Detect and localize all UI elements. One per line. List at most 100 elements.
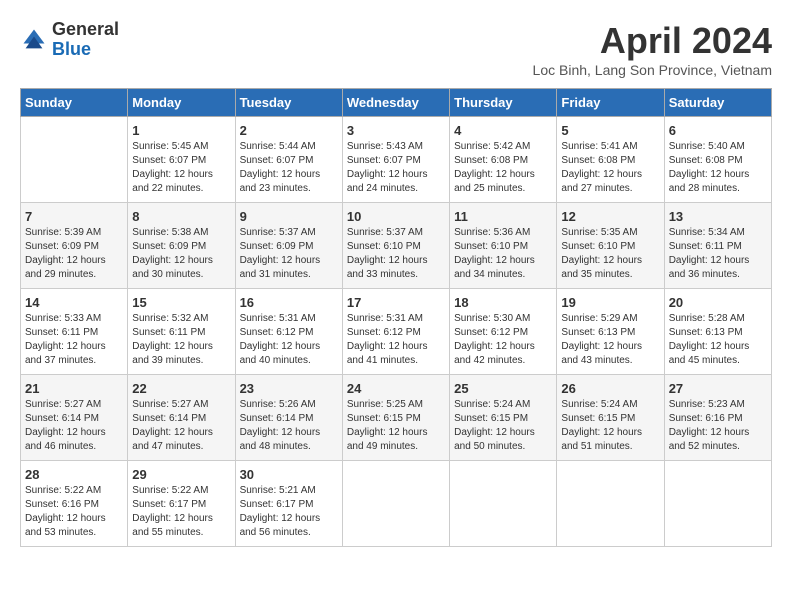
day-info: Sunrise: 5:31 AMSunset: 6:12 PMDaylight:… xyxy=(240,312,338,368)
calendar-header: SundayMondayTuesdayWednesdayThursdayFrid… xyxy=(21,89,772,117)
day-info: Sunrise: 5:21 AMSunset: 6:17 PMDaylight:… xyxy=(240,484,338,540)
day-number: 26 xyxy=(561,381,659,396)
day-info: Sunrise: 5:24 AMSunset: 6:15 PMDaylight:… xyxy=(454,398,552,454)
day-number: 20 xyxy=(669,295,767,310)
day-number: 13 xyxy=(669,209,767,224)
weekday-header-friday: Friday xyxy=(557,89,664,117)
day-cell: 2Sunrise: 5:44 AMSunset: 6:07 PMDaylight… xyxy=(235,117,342,203)
day-cell: 7 Sunrise: 5:39 AMSunset: 6:09 PMDaylight… xyxy=(21,203,128,289)
day-info: Sunrise: 5:34 AMSunset: 6:11 PMDaylight:… xyxy=(669,226,767,282)
day-info: Sunrise: 5:32 AMSunset: 6:11 PMDaylight:… xyxy=(132,312,230,368)
day-info: Sunrise: 5:35 AMSunset: 6:10 PMDaylight:… xyxy=(561,226,659,282)
month-title: April 2024 xyxy=(533,20,772,62)
logo-icon xyxy=(20,26,48,54)
day-number: 17 xyxy=(347,295,445,310)
day-cell: 22 Sunrise: 5:27 AMSunset: 6:14 PMDayligh… xyxy=(128,375,235,461)
day-number: 16 xyxy=(240,295,338,310)
day-cell: 21 Sunrise: 5:27 AMSunset: 6:14 PMDayligh… xyxy=(21,375,128,461)
day-number: 27 xyxy=(669,381,767,396)
location: Loc Binh, Lang Son Province, Vietnam xyxy=(533,62,772,78)
day-number: 28 xyxy=(25,467,123,482)
day-cell: 17 Sunrise: 5:31 AMSunset: 6:12 PMDayligh… xyxy=(342,289,449,375)
day-info: Sunrise: 5:22 AMSunset: 6:16 PMDaylight:… xyxy=(25,484,123,540)
weekday-header-saturday: Saturday xyxy=(664,89,771,117)
day-cell: 10Sunrise: 5:37 AMSunset: 6:10 PMDayligh… xyxy=(342,203,449,289)
day-number: 29 xyxy=(132,467,230,482)
day-info: Sunrise: 5:29 AMSunset: 6:13 PMDaylight:… xyxy=(561,312,659,368)
calendar-body: 1 Sunrise: 5:45 AMSunset: 6:07 PMDaylight… xyxy=(21,117,772,547)
weekday-header-wednesday: Wednesday xyxy=(342,89,449,117)
day-number: 18 xyxy=(454,295,552,310)
week-row-1: 1 Sunrise: 5:45 AMSunset: 6:07 PMDaylight… xyxy=(21,117,772,203)
day-cell xyxy=(342,461,449,547)
day-cell: 16 Sunrise: 5:31 AMSunset: 6:12 PMDayligh… xyxy=(235,289,342,375)
day-info: Sunrise: 5:45 AMSunset: 6:07 PMDaylight:… xyxy=(132,140,230,196)
day-number: 21 xyxy=(25,381,123,396)
day-cell: 15 Sunrise: 5:32 AMSunset: 6:11 PMDayligh… xyxy=(128,289,235,375)
day-cell: 3Sunrise: 5:43 AMSunset: 6:07 PMDaylight… xyxy=(342,117,449,203)
day-info: Sunrise: 5:39 AMSunset: 6:09 PMDaylight:… xyxy=(25,226,123,282)
day-cell: 9 Sunrise: 5:37 AMSunset: 6:09 PMDaylight… xyxy=(235,203,342,289)
weekday-header-sunday: Sunday xyxy=(21,89,128,117)
day-number: 25 xyxy=(454,381,552,396)
day-cell: 25 Sunrise: 5:24 AMSunset: 6:15 PMDayligh… xyxy=(450,375,557,461)
day-cell: 24Sunrise: 5:25 AMSunset: 6:15 PMDayligh… xyxy=(342,375,449,461)
day-number: 9 xyxy=(240,209,338,224)
day-info: Sunrise: 5:31 AMSunset: 6:12 PMDaylight:… xyxy=(347,312,445,368)
day-info: Sunrise: 5:28 AMSunset: 6:13 PMDaylight:… xyxy=(669,312,767,368)
title-area: April 2024 Loc Binh, Lang Son Province, … xyxy=(533,20,772,78)
day-info: Sunrise: 5:40 AMSunset: 6:08 PMDaylight:… xyxy=(669,140,767,196)
page-header: General Blue April 2024 Loc Binh, Lang S… xyxy=(20,20,772,78)
day-cell: 19 Sunrise: 5:29 AMSunset: 6:13 PMDayligh… xyxy=(557,289,664,375)
week-row-5: 28 Sunrise: 5:22 AMSunset: 6:16 PMDayligh… xyxy=(21,461,772,547)
day-cell: 26 Sunrise: 5:24 AMSunset: 6:15 PMDayligh… xyxy=(557,375,664,461)
day-number: 15 xyxy=(132,295,230,310)
day-info: Sunrise: 5:42 AMSunset: 6:08 PMDaylight:… xyxy=(454,140,552,196)
day-cell: 5 Sunrise: 5:41 AMSunset: 6:08 PMDaylight… xyxy=(557,117,664,203)
day-cell: 30Sunrise: 5:21 AMSunset: 6:17 PMDayligh… xyxy=(235,461,342,547)
day-number: 12 xyxy=(561,209,659,224)
day-cell xyxy=(557,461,664,547)
day-cell: 13 Sunrise: 5:34 AMSunset: 6:11 PMDayligh… xyxy=(664,203,771,289)
day-info: Sunrise: 5:36 AMSunset: 6:10 PMDaylight:… xyxy=(454,226,552,282)
day-info: Sunrise: 5:44 AMSunset: 6:07 PMDaylight:… xyxy=(240,140,338,196)
day-number: 8 xyxy=(132,209,230,224)
day-info: Sunrise: 5:38 AMSunset: 6:09 PMDaylight:… xyxy=(132,226,230,282)
week-row-2: 7 Sunrise: 5:39 AMSunset: 6:09 PMDaylight… xyxy=(21,203,772,289)
weekday-header-monday: Monday xyxy=(128,89,235,117)
week-row-3: 14 Sunrise: 5:33 AMSunset: 6:11 PMDayligh… xyxy=(21,289,772,375)
day-cell: 6Sunrise: 5:40 AMSunset: 6:08 PMDaylight… xyxy=(664,117,771,203)
day-info: Sunrise: 5:22 AMSunset: 6:17 PMDaylight:… xyxy=(132,484,230,540)
day-info: Sunrise: 5:27 AMSunset: 6:14 PMDaylight:… xyxy=(25,398,123,454)
day-cell: 27 Sunrise: 5:23 AMSunset: 6:16 PMDayligh… xyxy=(664,375,771,461)
day-cell: 12 Sunrise: 5:35 AMSunset: 6:10 PMDayligh… xyxy=(557,203,664,289)
day-cell: 29 Sunrise: 5:22 AMSunset: 6:17 PMDayligh… xyxy=(128,461,235,547)
calendar-table: SundayMondayTuesdayWednesdayThursdayFrid… xyxy=(20,88,772,547)
day-number: 14 xyxy=(25,295,123,310)
day-cell: 28 Sunrise: 5:22 AMSunset: 6:16 PMDayligh… xyxy=(21,461,128,547)
day-cell: 23Sunrise: 5:26 AMSunset: 6:14 PMDayligh… xyxy=(235,375,342,461)
day-number: 4 xyxy=(454,123,552,138)
day-info: Sunrise: 5:27 AMSunset: 6:14 PMDaylight:… xyxy=(132,398,230,454)
weekday-header-tuesday: Tuesday xyxy=(235,89,342,117)
day-cell: 8 Sunrise: 5:38 AMSunset: 6:09 PMDaylight… xyxy=(128,203,235,289)
day-info: Sunrise: 5:23 AMSunset: 6:16 PMDaylight:… xyxy=(669,398,767,454)
day-info: Sunrise: 5:37 AMSunset: 6:09 PMDaylight:… xyxy=(240,226,338,282)
day-info: Sunrise: 5:33 AMSunset: 6:11 PMDaylight:… xyxy=(25,312,123,368)
logo-text: General Blue xyxy=(52,20,119,60)
day-number: 1 xyxy=(132,123,230,138)
day-info: Sunrise: 5:24 AMSunset: 6:15 PMDaylight:… xyxy=(561,398,659,454)
day-info: Sunrise: 5:37 AMSunset: 6:10 PMDaylight:… xyxy=(347,226,445,282)
day-info: Sunrise: 5:25 AMSunset: 6:15 PMDaylight:… xyxy=(347,398,445,454)
day-number: 22 xyxy=(132,381,230,396)
day-cell xyxy=(450,461,557,547)
day-info: Sunrise: 5:26 AMSunset: 6:14 PMDaylight:… xyxy=(240,398,338,454)
week-row-4: 21 Sunrise: 5:27 AMSunset: 6:14 PMDayligh… xyxy=(21,375,772,461)
day-number: 19 xyxy=(561,295,659,310)
day-cell: 1 Sunrise: 5:45 AMSunset: 6:07 PMDaylight… xyxy=(128,117,235,203)
day-number: 7 xyxy=(25,209,123,224)
day-info: Sunrise: 5:41 AMSunset: 6:08 PMDaylight:… xyxy=(561,140,659,196)
day-number: 11 xyxy=(454,209,552,224)
day-info: Sunrise: 5:43 AMSunset: 6:07 PMDaylight:… xyxy=(347,140,445,196)
day-number: 5 xyxy=(561,123,659,138)
